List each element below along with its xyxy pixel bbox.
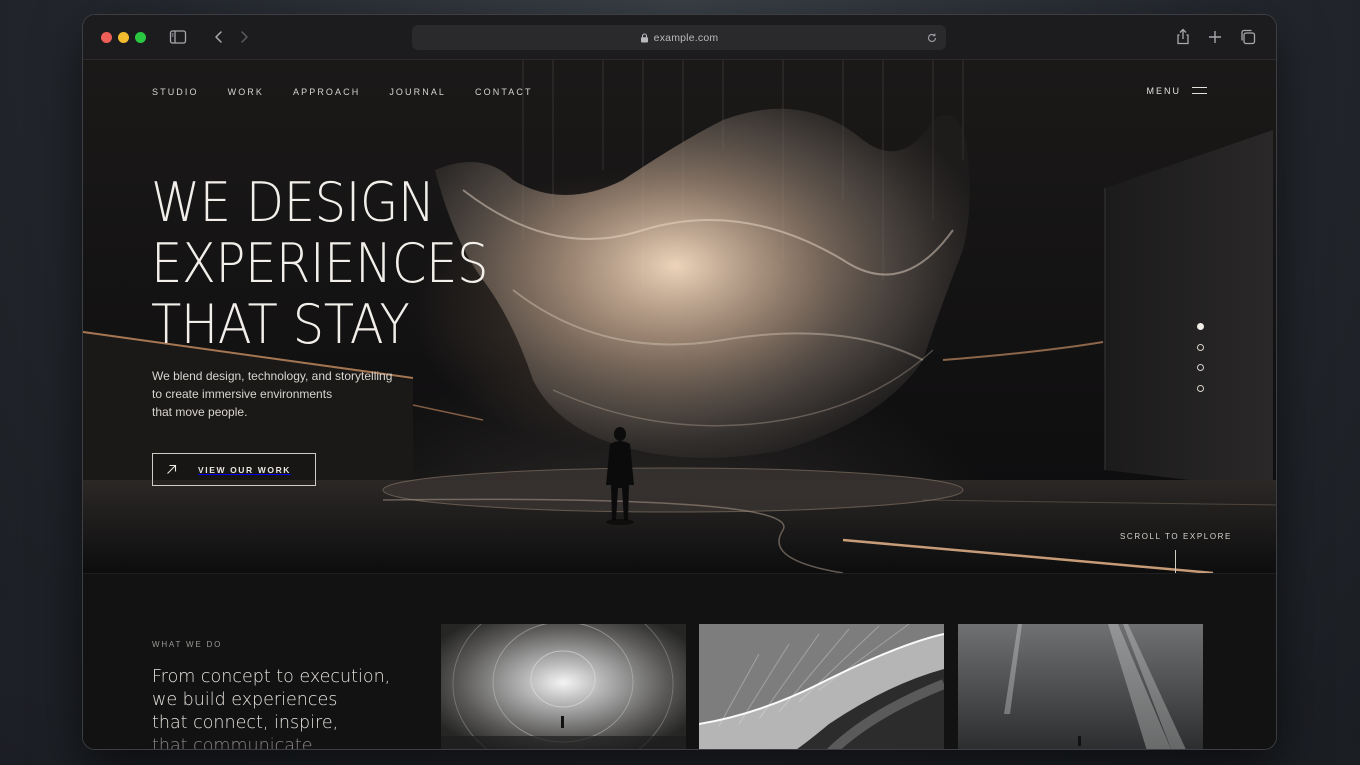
close-window-button[interactable] [101,32,112,43]
new-tab-icon[interactable] [1204,26,1226,48]
lock-icon [640,32,648,42]
headline-line: EXPERIENCES [151,232,489,295]
hero-section: STUDIO WORK APPROACH JOURNAL CONTACT MEN… [83,60,1276,573]
subtext-line: to create immersive environments [152,387,333,401]
maximize-window-button[interactable] [135,32,146,43]
menu-button[interactable]: MENU [1146,86,1207,96]
slide-dot-3[interactable] [1197,364,1204,371]
nav-journal[interactable]: JOURNAL [389,87,446,97]
reload-icon[interactable] [926,31,938,43]
url-text: example.com [653,31,719,44]
scroll-to-explore[interactable]: SCROLL TO EXPLORE [1120,532,1232,541]
forward-icon[interactable] [233,26,255,48]
browser-window: example.com STUDIO WORK APPROACH JOURNAL… [83,15,1276,749]
project-thumbnail-curve[interactable] [699,624,944,749]
minimize-window-button[interactable] [118,32,129,43]
sidebar-icon[interactable] [167,26,189,48]
section-text-line: From concept to execution, [152,667,391,687]
what-we-do-section: WHAT WE DO From concept to execution, we… [83,573,1276,749]
headline-line: WE DESIGN [151,171,435,234]
back-icon[interactable] [208,26,230,48]
project-thumbnail-light-beams[interactable] [958,624,1203,749]
section-text-line: that connect, inspire, [152,713,339,733]
section-kicker: WHAT WE DO [152,640,223,649]
subtext-line: We blend design, technology, and storyte… [152,369,393,383]
main-nav: STUDIO WORK APPROACH JOURNAL CONTACT [152,87,533,97]
hero-subtext: We blend design, technology, and storyte… [152,367,402,421]
slide-pagination [1197,323,1205,405]
nav-studio[interactable]: STUDIO [152,87,199,97]
section-text-line: that communicate [152,736,313,749]
slide-dot-2[interactable] [1197,343,1204,351]
project-thumbnail-tunnel[interactable] [441,624,686,749]
hero-headline: WE DESIGN EXPERIENCES THAT STAY [151,172,571,355]
headline-line: THAT STAY [151,293,410,356]
hamburger-icon [1192,87,1207,95]
subtext-line: that move people. [152,405,248,419]
nav-work[interactable]: WORK [228,87,264,97]
view-our-work-button[interactable]: VIEW OUR WORK [152,453,316,486]
share-icon[interactable] [1172,26,1194,48]
browser-toolbar: example.com [83,15,1276,60]
section-text: From concept to execution, we build expe… [152,666,412,749]
tabs-icon[interactable] [1237,26,1259,48]
scroll-indicator-line [1175,550,1176,573]
section-text-line: we build experiences [152,690,338,710]
slide-dot-1[interactable] [1197,323,1204,330]
address-bar[interactable]: example.com [412,25,946,50]
nav-contact[interactable]: CONTACT [475,87,533,97]
nav-approach[interactable]: APPROACH [293,87,360,97]
menu-label: MENU [1146,86,1181,96]
slide-dot-4[interactable] [1197,384,1204,392]
arrow-up-right-icon [167,464,177,474]
cta-label: VIEW OUR WORK [198,464,292,475]
